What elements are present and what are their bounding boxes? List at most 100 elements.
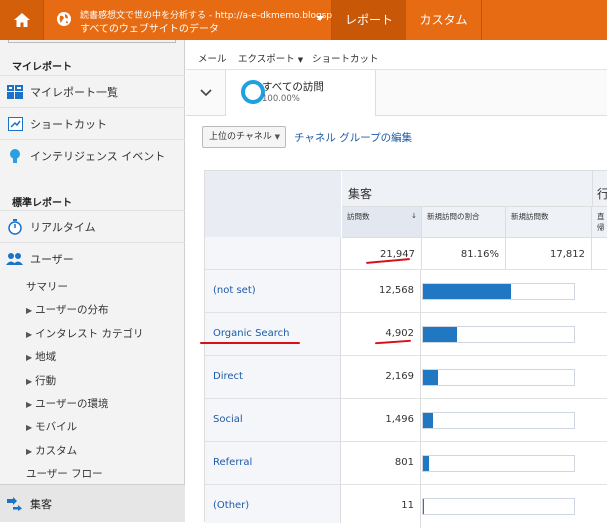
top-bar: 読書感想文で世の中を分析する - http://a-e-dkmemo.blogs… [0,0,607,40]
select-value: 上位のチャネル [209,132,272,142]
sidebar-subitem-behavior[interactable]: ▶ 行動 [26,373,56,388]
subitem-label: モバイル [35,421,78,433]
sidebar-item-label: マイレポート一覧 [30,85,118,99]
chevron-down-icon: ▼ [274,133,280,141]
visits-value: 12,568 [342,270,421,313]
primary-dimension-select[interactable]: 上位のチャネル ▼ [202,126,286,148]
subitem-label: 地域 [35,351,57,363]
table-row: Referral 801 [205,441,607,485]
realtime-icon [0,218,30,235]
sidebar-item-realtime[interactable]: リアルタイム [0,210,185,242]
data-table: 集客 行 訪問数 ↓ 新規訪問の割合 新規訪問数 直帰 21,947 81.16… [204,170,607,528]
column-header-visits[interactable]: 訪問数 ↓ [342,207,422,237]
triangle-right-icon: ▶ [26,447,33,456]
sidebar-item-acquisition[interactable]: 集客 [0,484,185,522]
table-row: Social 1,496 [205,398,607,442]
share-bar-track [422,455,575,472]
triangle-right-icon: ▶ [26,423,33,432]
chevron-down-icon: ▼ [297,56,304,64]
subitem-label: ユーザーの環境 [35,398,109,410]
sidebar-subitem-interests[interactable]: ▶ インタレスト カテゴリ [26,326,144,341]
users-icon [0,252,30,266]
main-content: メール エクスポート ▼ ショートカット すべての訪問 100.00% 上位のチ… [186,40,607,528]
email-button[interactable]: メール [198,51,227,65]
sidebar-item-shortcuts[interactable]: ショートカット [0,107,185,139]
chevron-down-icon [316,16,324,21]
subitem-label: サマリー [26,281,68,293]
segment-toggle[interactable] [186,70,226,116]
share-bar-track [422,326,575,343]
table-row: Direct 2,169 [205,355,607,399]
channel-link[interactable]: Organic Search [213,328,289,339]
home-button[interactable] [0,0,44,40]
channel-link[interactable]: Direct [213,371,243,382]
triangle-right-icon: ▶ [26,306,33,315]
share-bar [423,499,424,514]
subitem-label: ユーザー フロー [26,468,103,480]
my-reports-heading: マイレポート [12,62,72,73]
visits-value: 4,902 [342,313,421,356]
channel-link[interactable]: (Other) [213,500,249,511]
share-bar-track [422,412,575,429]
report-toolbar: メール エクスポート ▼ ショートカット [186,40,607,70]
column-label: 訪問数 [347,212,370,221]
tab-report[interactable]: レポート [332,0,406,40]
export-button[interactable]: エクスポート ▼ [238,51,303,65]
sidebar-subitem-mobile[interactable]: ▶ モバイル [26,419,77,434]
column-label: 直帰 [597,212,605,233]
share-bar [423,456,429,471]
export-label: エクスポート [238,54,295,65]
sidebar-search-input[interactable] [8,40,176,43]
sidebar-subitem-summary[interactable]: サマリー [26,279,68,294]
total-bounce [592,237,607,269]
table-row: (not set) 12,568 [205,269,607,313]
subitem-label: カスタム [35,445,78,457]
property-selector[interactable]: 読書感想文で世の中を分析する - http://a-e-dkmemo.blogs… [44,0,346,40]
table-row: (Other) 11 [205,484,607,528]
shortcut-button[interactable]: ショートカット [312,51,379,65]
channel-link[interactable]: Social [213,414,243,425]
visits-value: 1,496 [342,399,421,442]
sidebar-item-intelligence-events[interactable]: インテリジェンス イベント [0,139,185,171]
sidebar-item-label: ショートカット [30,117,107,131]
segment-percent: 100.00% [262,94,300,104]
sidebar-subitem-users-flow[interactable]: ユーザー フロー [26,466,103,481]
sidebar-item-my-reports[interactable]: マイレポート一覧 [0,75,185,107]
segment-name: すべての訪問 [262,81,324,93]
total-new-visit-rate: 81.16% [422,237,506,269]
acquisition-icon [0,496,30,511]
channel-link[interactable]: (not set) [213,285,256,296]
sidebar: マイレポート マイレポート一覧 ショートカット インテリジェンス イベント 標準 [0,40,185,522]
sidebar-subitem-demographics[interactable]: ▶ ユーザーの分布 [26,302,108,317]
segment-card[interactable]: すべての訪問 100.00% [226,70,376,116]
share-bar-track [422,498,575,515]
shortcut-icon [0,116,30,131]
total-new-visits: 17,812 [506,237,592,269]
visits-value: 801 [342,442,421,485]
share-bar [423,284,511,299]
sidebar-subitem-geo[interactable]: ▶ 地域 [26,349,56,364]
sidebar-item-users[interactable]: ユーザー [0,242,185,274]
edit-channel-group-link[interactable]: チャネル グループの編集 [294,130,412,145]
column-header-new-visit-rate[interactable]: 新規訪問の割合 [422,207,506,237]
total-visits: 21,947 [342,237,422,269]
channel-link[interactable]: Referral [213,457,252,468]
sort-desc-icon: ↓ [411,212,417,220]
triangle-right-icon: ▶ [26,400,33,409]
property-view: すべてのウェブサイトのデータ [80,24,219,35]
group-header-acquisition: 集客 [342,171,592,207]
sidebar-subitem-custom[interactable]: ▶ カスタム [26,443,77,458]
table-row: Organic Search 4,902 [205,312,607,356]
column-header-bounce[interactable]: 直帰 [592,207,607,237]
column-header-new-visits[interactable]: 新規訪問数 [506,207,592,237]
sidebar-subitem-technology[interactable]: ▶ ユーザーの環境 [26,396,108,411]
sidebar-item-label: ユーザー [30,252,74,266]
tab-custom[interactable]: カスタム [406,0,482,40]
visits-value: 2,169 [342,356,421,399]
segment-bar: すべての訪問 100.00% [186,70,607,116]
share-bar [423,370,438,385]
triangle-right-icon: ▶ [26,377,33,386]
sidebar-item-label: 集客 [30,497,52,511]
sidebar-item-label: インテリジェンス イベント [30,149,166,163]
triangle-right-icon: ▶ [26,330,33,339]
